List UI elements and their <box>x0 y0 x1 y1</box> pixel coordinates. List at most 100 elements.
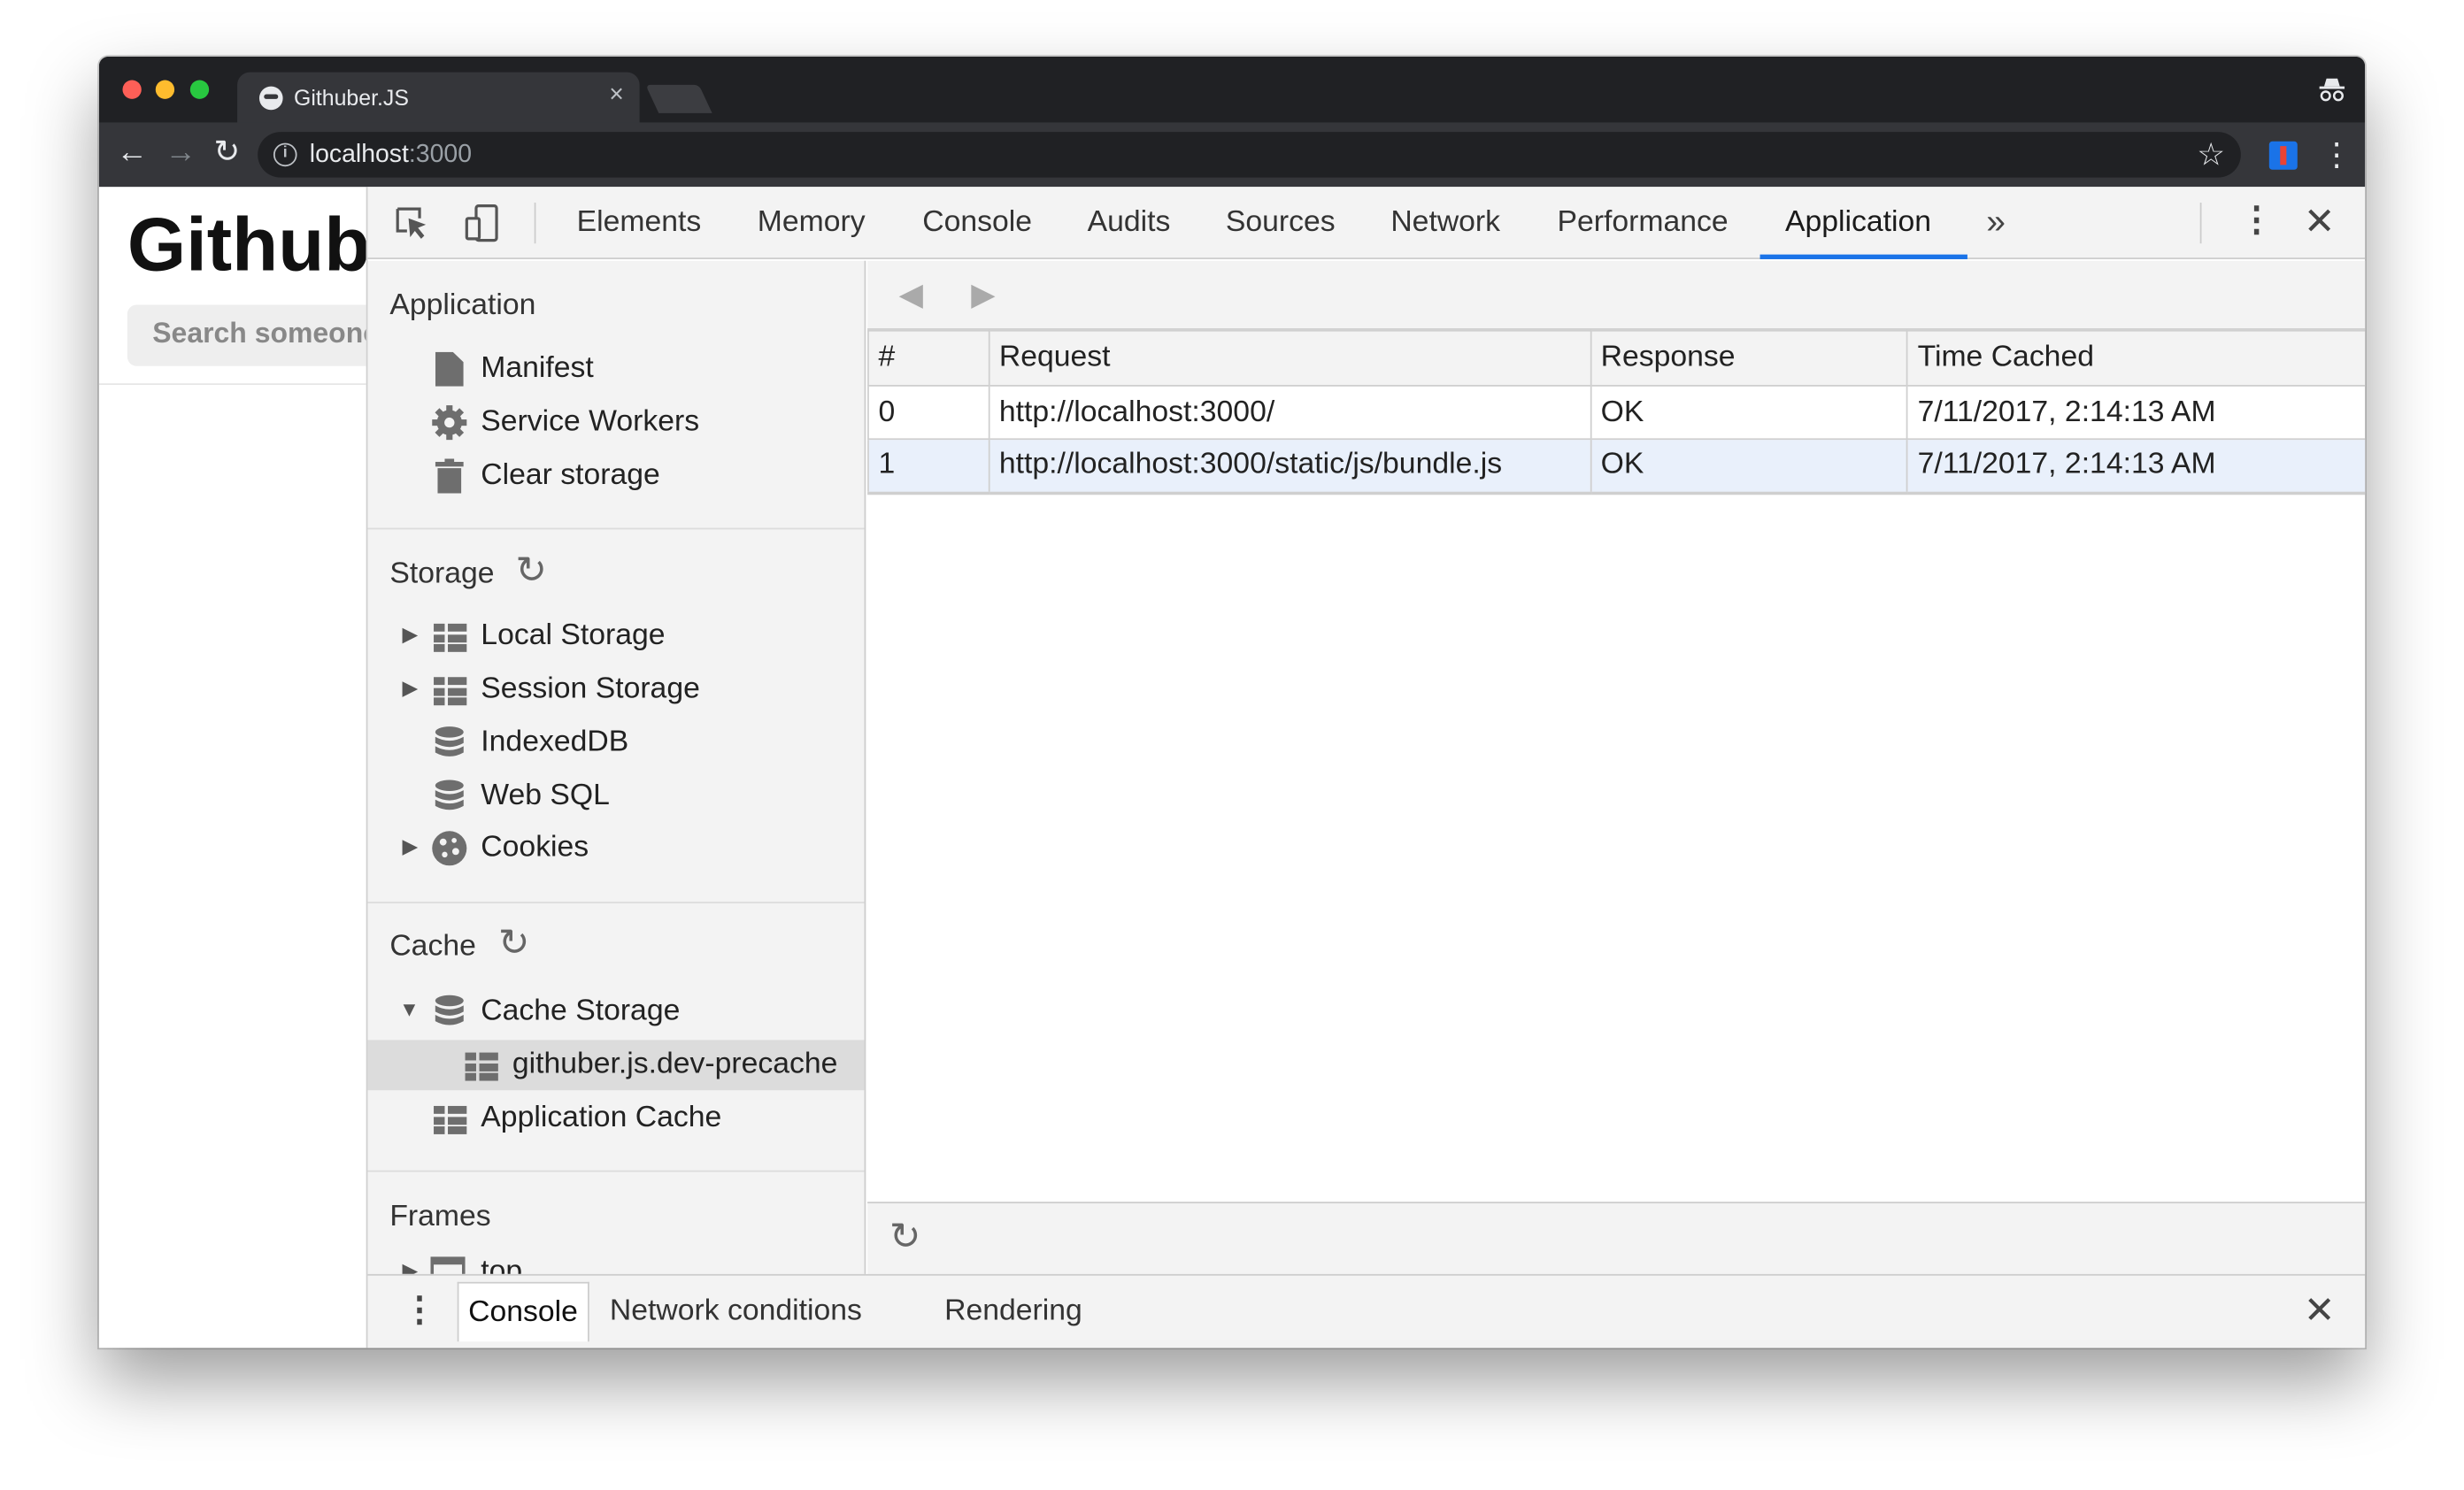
next-page-icon[interactable]: ▶ <box>971 275 995 314</box>
drawer-menu-icon[interactable]: ⋮ <box>403 1290 437 1331</box>
table-header-row: # Request Response Time Cached <box>867 329 2366 387</box>
column-header-time-cached[interactable]: Time Cached <box>1906 329 2366 387</box>
frame-icon <box>430 1256 466 1274</box>
drawer-close-icon[interactable]: ✕ <box>2304 1288 2336 1333</box>
sidebar-item-service-workers[interactable]: Service Workers <box>367 397 864 448</box>
chrome-menu-icon[interactable]: ⋮ <box>2321 135 2352 174</box>
address-bar[interactable]: i localhost:3000 ☆ <box>258 132 2241 178</box>
collapse-triangle-icon[interactable]: ▼ <box>399 997 420 1021</box>
expand-triangle-icon[interactable]: ▶ <box>403 1258 419 1274</box>
sidebar-item-label: Manifest <box>481 351 594 385</box>
new-tab-button[interactable] <box>645 84 712 113</box>
page-divider <box>98 383 366 385</box>
back-arrow-icon[interactable]: ← <box>116 135 148 170</box>
column-header-index[interactable]: # <box>867 329 990 387</box>
sidebar-item-precache[interactable]: githuber.js.dev-precache <box>367 1040 865 1091</box>
previous-page-icon[interactable]: ◀ <box>899 275 923 314</box>
table-row[interactable]: 0 http://localhost:3000/ OK 7/11/2017, 2… <box>867 384 2366 441</box>
section-title-storage: Storage <box>389 557 495 591</box>
sidebar-item-manifest[interactable]: Manifest <box>367 344 864 395</box>
sidebar-item-application-cache[interactable]: Application Cache <box>367 1094 864 1144</box>
database-icon <box>435 726 464 757</box>
github-favicon-icon <box>258 86 283 111</box>
tab-application[interactable]: Application <box>1785 206 1931 241</box>
drawer-tab-network-conditions[interactable]: Network conditions <box>600 1282 871 1341</box>
tab-audits[interactable]: Audits <box>1088 206 1171 241</box>
bookmark-star-icon[interactable]: ☆ <box>2197 135 2225 174</box>
sidebar-item-clear-storage[interactable]: Clear storage <box>367 451 864 502</box>
tab-memory[interactable]: Memory <box>758 206 866 241</box>
drawer-tab-rendering[interactable]: Rendering <box>935 1282 1091 1341</box>
devtools-drawer: ⋮ Console Network conditions Rendering ✕ <box>367 1273 2366 1348</box>
section-title-frames: Frames <box>389 1200 491 1233</box>
tab-performance[interactable]: Performance <box>1558 206 1729 241</box>
refresh-cache-icon[interactable]: ↻ <box>498 920 530 965</box>
expand-triangle-icon[interactable]: ▶ <box>403 675 419 700</box>
url-port: :3000 <box>408 141 473 168</box>
column-header-request[interactable]: Request <box>988 329 1591 387</box>
browser-tab-active[interactable]: Githuber.JS × <box>237 72 640 123</box>
tab-close-icon[interactable]: × <box>609 81 624 110</box>
sidebar-item-label: Web SQL <box>481 779 610 812</box>
sidebar-item-cache-storage[interactable]: ▼ Cache Storage <box>367 987 864 1037</box>
section-title-cache: Cache <box>389 930 476 964</box>
devtools-menu-icon[interactable]: ⋮ <box>2239 199 2274 240</box>
table-grid-icon <box>434 677 467 706</box>
drawer-tab-console[interactable]: Console <box>457 1281 589 1342</box>
device-toolbar-icon[interactable] <box>462 203 503 243</box>
document-icon <box>435 351 464 387</box>
sidebar-item-label: Service Workers <box>481 405 700 439</box>
table-grid-icon <box>434 623 467 652</box>
url-host: localhost <box>309 141 409 168</box>
title-bar: Githuber.JS × <box>98 56 2366 123</box>
table-grid-icon <box>465 1052 498 1081</box>
sidebar-item-label: Cookies <box>481 831 589 864</box>
sidebar-item-session-storage[interactable]: ▶ Session Storage <box>367 664 864 715</box>
browser-window: Githuber.JS × ← → ↻ i localhost:3000 ☆ ⋮ <box>98 56 2366 1348</box>
more-tabs-icon[interactable]: » <box>1986 201 2006 242</box>
section-title-application: Application <box>389 288 536 322</box>
sidebar-item-frame-top[interactable]: ▶ top <box>367 1248 864 1274</box>
refresh-storage-icon[interactable]: ↻ <box>515 549 547 594</box>
devtools-panel: Elements Memory Console Audits Sources N… <box>366 187 2366 1348</box>
active-tab-indicator <box>1759 254 1967 259</box>
sidebar-item-label: Cache Storage <box>481 994 681 1028</box>
table-row[interactable]: 1 http://localhost:3000/static/js/bundle… <box>867 438 2366 495</box>
site-info-icon[interactable]: i <box>273 142 297 167</box>
minimize-window-button[interactable] <box>155 80 175 99</box>
sidebar-item-label: Application Cache <box>481 1101 722 1134</box>
refresh-cache-entries-icon[interactable]: ↻ <box>889 1214 921 1259</box>
tab-elements[interactable]: Elements <box>577 206 702 241</box>
tab-console[interactable]: Console <box>922 206 1032 241</box>
zoom-window-button[interactable] <box>189 80 210 99</box>
database-icon <box>435 780 464 810</box>
devtools-close-icon[interactable]: ✕ <box>2304 199 2336 244</box>
cell-time-cached: 7/11/2017, 2:14:13 AM <box>1906 384 2366 441</box>
sidebar-item-indexeddb[interactable]: IndexedDB <box>367 718 864 768</box>
stage: Githuber.JS × ← → ↻ i localhost:3000 ☆ ⋮ <box>0 0 2464 1488</box>
cell-response: OK <box>1590 384 1908 441</box>
tab-title: Githuber.JS <box>294 84 409 111</box>
expand-triangle-icon[interactable]: ▶ <box>403 622 419 647</box>
search-input[interactable]: Search someone... <box>127 304 366 366</box>
expand-triangle-icon[interactable]: ▶ <box>403 834 419 859</box>
inspect-element-icon[interactable] <box>393 204 431 242</box>
page-content: Githuber.JS Search someone... <box>98 187 366 1348</box>
column-header-response[interactable]: Response <box>1590 329 1908 387</box>
sidebar-item-web-sql[interactable]: Web SQL <box>367 772 864 822</box>
extension-icon[interactable] <box>2268 141 2298 170</box>
cell-request: http://localhost:3000/ <box>988 384 1591 441</box>
sidebar-item-cookies[interactable]: ▶ Cookies <box>367 823 864 873</box>
reload-icon[interactable]: ↻ <box>213 135 240 170</box>
tab-sources[interactable]: Sources <box>1226 206 1336 241</box>
cell-index: 1 <box>867 438 990 495</box>
url-text: localhost:3000 <box>310 142 472 170</box>
cell-time-cached: 7/11/2017, 2:14:13 AM <box>1906 438 2366 495</box>
forward-arrow-icon[interactable]: → <box>165 135 196 170</box>
tab-network[interactable]: Network <box>1390 206 1500 241</box>
application-sidebar: Application Manifest Service Workers Cle… <box>367 260 866 1274</box>
cookie-icon <box>432 831 467 866</box>
sidebar-item-local-storage[interactable]: ▶ Local Storage <box>367 611 864 662</box>
cache-entries-table: # Request Response Time Cached 0 http://… <box>867 329 2366 495</box>
close-window-button[interactable] <box>122 80 142 99</box>
